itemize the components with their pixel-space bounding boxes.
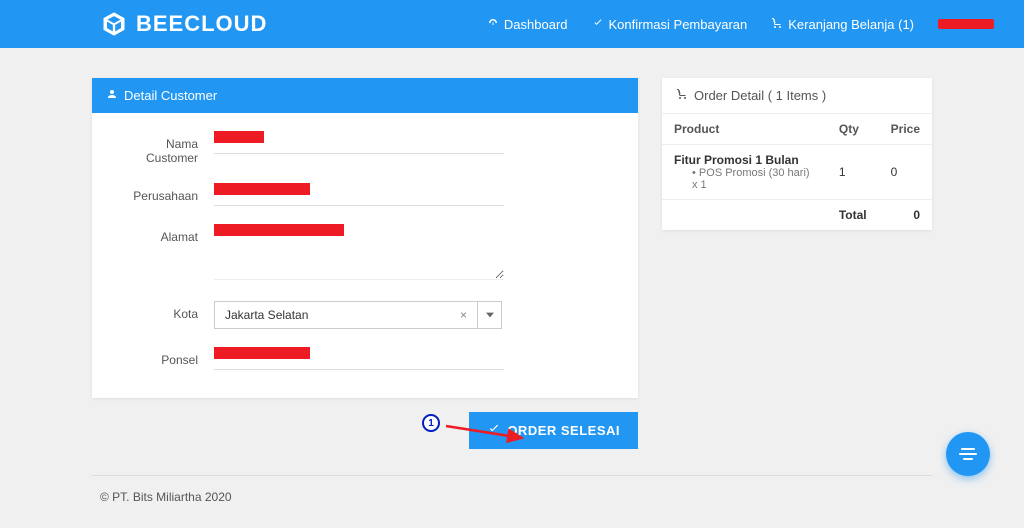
redaction [214, 183, 310, 195]
table-row: Fitur Promosi 1 Bulan POS Promosi (30 ha… [662, 145, 932, 200]
order-panel-header: Order Detail ( 1 Items ) [662, 78, 932, 114]
nav-dashboard-label: Dashboard [504, 17, 568, 32]
annotation-badge: 1 [422, 414, 440, 432]
col-price: Price [879, 114, 932, 145]
user-icon [106, 88, 118, 103]
customer-panel: Detail Customer Nama Customer Perusahaan… [92, 78, 638, 398]
select-kota-value: Jakarta Selatan [225, 308, 308, 322]
row-ponsel: Ponsel [116, 347, 614, 370]
nav-konfirmasi[interactable]: Konfirmasi Pembayaran [592, 17, 748, 32]
order-panel-title: Order Detail ( 1 Items ) [694, 88, 826, 103]
customer-panel-title: Detail Customer [124, 88, 217, 103]
col-product: Product [662, 114, 827, 145]
footer: © PT. Bits Miliartha 2020 [92, 475, 932, 528]
check-icon [592, 17, 604, 32]
chat-icon [959, 448, 977, 460]
row-kota: Kota Jakarta Selatan × [116, 301, 614, 329]
cart-icon [676, 88, 688, 103]
row-perusahaan: Perusahaan [116, 183, 614, 206]
nav-cart-label: Keranjang Belanja (1) [788, 17, 914, 32]
col-qty: Qty [827, 114, 879, 145]
nav-konfirmasi-label: Konfirmasi Pembayaran [609, 17, 748, 32]
label-nama: Nama Customer [116, 131, 214, 165]
redaction [214, 131, 264, 143]
label-kota: Kota [116, 301, 214, 321]
redaction [214, 224, 344, 236]
order-item-qty: 1 [827, 145, 879, 200]
order-total-row: Total 0 [662, 200, 932, 231]
order-item-name: Fitur Promosi 1 Bulan [674, 153, 815, 167]
navbar: BEECLOUD Dashboard Konfirmasi Pembayaran… [0, 0, 1024, 48]
nav-cart[interactable]: Keranjang Belanja (1) [771, 17, 914, 32]
annotation-arrow-icon [444, 422, 530, 444]
order-table: Product Qty Price Fitur Promosi 1 Bulan … [662, 114, 932, 230]
customer-form: Nama Customer Perusahaan Alamat [92, 113, 638, 398]
row-nama: Nama Customer [116, 131, 614, 165]
order-total-label: Total [827, 200, 879, 231]
nav-links: Dashboard Konfirmasi Pembayaran Keranjan… [487, 17, 994, 32]
label-ponsel: Ponsel [116, 347, 214, 367]
cart-icon [771, 17, 783, 32]
dashboard-icon [487, 17, 499, 32]
order-item-sub: POS Promosi (30 hari) x 1 [674, 167, 815, 191]
order-panel: Order Detail ( 1 Items ) Product Qty Pri… [662, 78, 932, 230]
row-alamat: Alamat [116, 224, 614, 283]
customer-panel-header: Detail Customer [92, 78, 638, 113]
select-clear-icon[interactable]: × [460, 308, 467, 322]
nav-user[interactable] [938, 19, 994, 29]
brand-logo[interactable]: BEECLOUD [100, 10, 267, 38]
label-perusahaan: Perusahaan [116, 183, 214, 203]
order-total-value: 0 [879, 200, 932, 231]
label-alamat: Alamat [116, 224, 214, 244]
user-name-redacted [938, 19, 994, 29]
submit-area: 1 ORDER SELESAI [92, 412, 932, 449]
order-item-price: 0 [879, 145, 932, 200]
footer-text: © PT. Bits Miliartha 2020 [100, 490, 232, 504]
select-kota[interactable]: Jakarta Selatan × [214, 301, 614, 329]
redaction [214, 347, 310, 359]
chevron-down-icon[interactable] [478, 301, 502, 329]
chat-fab[interactable] [946, 432, 990, 476]
nav-dashboard[interactable]: Dashboard [487, 17, 568, 32]
main-container: Detail Customer Nama Customer Perusahaan… [92, 78, 932, 398]
logo-hex-icon [100, 10, 128, 38]
brand-name: BEECLOUD [136, 11, 267, 37]
